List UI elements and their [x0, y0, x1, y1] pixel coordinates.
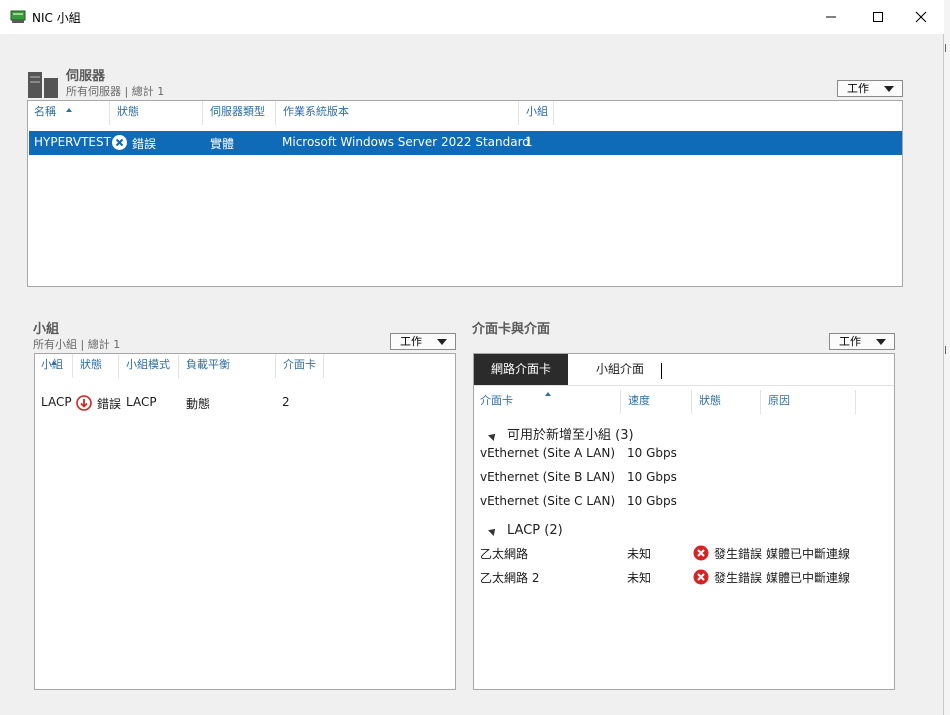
sort-ascending-icon [66, 108, 72, 112]
window-right-edge [944, 0, 950, 715]
chevron-down-icon [437, 339, 447, 345]
adapters-tasks-label: 工作 [839, 335, 861, 348]
edge-mark [945, 346, 949, 354]
list-item[interactable]: vEthernet (Site B LAN) 10 Gbps [474, 468, 894, 490]
adapter-name: vEthernet (Site C LAN) [480, 494, 616, 508]
close-button[interactable] [898, 0, 944, 34]
col-header-server-type[interactable]: 伺服器類型 [204, 101, 276, 125]
col-header-load-balancing[interactable]: 負載平衡 [180, 354, 276, 378]
team-adapter-count: 2 [282, 395, 290, 409]
error-circle-icon [112, 135, 127, 150]
table-row[interactable]: LACP 錯誤 LACP 動態 2 [36, 393, 454, 413]
adapter-name: vEthernet (Site B LAN) [480, 470, 616, 484]
adapters-tab-bar: 網路介面卡 小組介面 [474, 354, 893, 385]
tab-team-interfaces[interactable]: 小組介面 [570, 354, 670, 385]
sort-ascending-icon [51, 361, 57, 365]
col-header-adapters[interactable]: 介面卡 [277, 354, 324, 378]
tab-network-adapters[interactable]: 網路介面卡 [474, 354, 568, 385]
error-circle-icon [693, 545, 709, 561]
adapters-panel: 網路介面卡 小組介面 介面卡 速度 狀態 原因 可用於新增至小組 (3) vEt… [473, 353, 895, 690]
window-title: NIC 小組 [32, 11, 81, 25]
group-header-lacp[interactable]: LACP (2) [488, 523, 563, 538]
adapter-name: 乙太網路 [480, 547, 529, 561]
expand-triangle-icon [488, 525, 498, 536]
adapter-speed: 未知 [627, 547, 652, 561]
close-icon [915, 11, 927, 23]
minimize-icon [826, 16, 836, 18]
servers-table: 名稱 狀態 伺服器類型 作業系統版本 小組 HYPERVTEST 錯誤 實體 M… [27, 100, 903, 287]
col-header-status[interactable]: 狀態 [111, 101, 203, 125]
text-cursor [661, 363, 662, 379]
servers-subtitle: 所有伺服器 | 總計 1 [66, 85, 165, 98]
server-team-count: 1 [525, 135, 533, 149]
servers-tasks-label: 工作 [847, 82, 869, 95]
minimize-button[interactable] [808, 0, 854, 34]
col-header-reason[interactable]: 原因 [762, 390, 856, 414]
list-item[interactable]: 乙太網路 未知 發生錯誤 媒體已中斷連線 [474, 543, 894, 565]
col-header-team[interactable]: 小組 [520, 101, 554, 125]
error-circle-icon [693, 569, 709, 585]
adapter-status: 發生錯誤 [714, 547, 763, 561]
teams-tasks-button[interactable]: 工作 [390, 333, 456, 350]
teams-title: 小組 [33, 322, 60, 337]
col-header-status[interactable]: 狀態 [693, 390, 761, 414]
server-rack-icon [28, 72, 58, 98]
team-load-balancing: 動態 [186, 397, 211, 411]
server-name: HYPERVTEST [34, 135, 111, 149]
edge-mark [945, 44, 949, 52]
server-os: Microsoft Windows Server 2022 Standard [282, 135, 530, 149]
team-mode: LACP [126, 395, 157, 409]
expand-triangle-icon [488, 430, 498, 441]
adapter-status: 發生錯誤 [714, 571, 763, 585]
col-header-speed[interactable]: 速度 [622, 390, 692, 414]
teams-tasks-label: 工作 [400, 335, 422, 348]
nic-teaming-window: NIC 小組 伺服器 所有伺服器 | 總計 1 工作 名稱 狀態 伺服器類型 作… [0, 0, 944, 715]
adapter-name: 乙太網路 2 [480, 571, 540, 585]
col-header-status[interactable]: 狀態 [74, 354, 119, 378]
col-header-team-mode[interactable]: 小組模式 [120, 354, 179, 378]
teams-table: 小組 狀態 小組模式 負載平衡 介面卡 LACP 錯誤 LACP 動態 2 [34, 353, 456, 690]
list-item[interactable]: vEthernet (Site A LAN) 10 Gbps [474, 444, 894, 466]
adapters-title: 介面卡與介面 [472, 322, 551, 337]
adapters-tasks-button[interactable]: 工作 [829, 333, 895, 350]
server-type: 實體 [210, 137, 235, 151]
maximize-icon [873, 12, 883, 22]
adapter-speed: 10 Gbps [627, 470, 677, 484]
title-bar[interactable]: NIC 小組 [0, 0, 944, 34]
list-item[interactable]: vEthernet (Site C LAN) 10 Gbps [474, 492, 894, 514]
chevron-down-icon [876, 339, 886, 345]
adapter-name: vEthernet (Site A LAN) [480, 446, 615, 460]
table-row[interactable]: HYPERVTEST 錯誤 實體 Microsoft Windows Serve… [29, 131, 902, 155]
teams-subtitle: 所有小組 | 總計 1 [33, 338, 121, 351]
adapter-speed: 10 Gbps [627, 446, 677, 460]
maximize-button[interactable] [855, 0, 901, 34]
team-status: 錯誤 [97, 397, 122, 411]
group-header-available[interactable]: 可用於新增至小組 (3) [488, 424, 634, 443]
team-down-arrow-icon [76, 395, 92, 411]
adapter-speed: 未知 [627, 571, 652, 585]
col-header-os-version[interactable]: 作業系統版本 [277, 101, 519, 125]
adapter-speed: 10 Gbps [627, 494, 677, 508]
col-header-name[interactable]: 名稱 [28, 101, 110, 125]
servers-title: 伺服器 [66, 69, 106, 84]
divider [474, 385, 894, 386]
chevron-down-icon [884, 86, 894, 92]
server-status: 錯誤 [132, 137, 157, 151]
sort-ascending-icon [545, 392, 551, 396]
adapter-reason: 媒體已中斷連線 [766, 547, 851, 561]
list-item[interactable]: 乙太網路 2 未知 發生錯誤 媒體已中斷連線 [474, 567, 894, 589]
servers-tasks-button[interactable]: 工作 [837, 80, 903, 97]
network-adapter-icon [10, 10, 26, 23]
col-header-team[interactable]: 小組 [35, 354, 73, 378]
team-name: LACP [41, 395, 72, 409]
adapter-reason: 媒體已中斷連線 [766, 571, 851, 585]
